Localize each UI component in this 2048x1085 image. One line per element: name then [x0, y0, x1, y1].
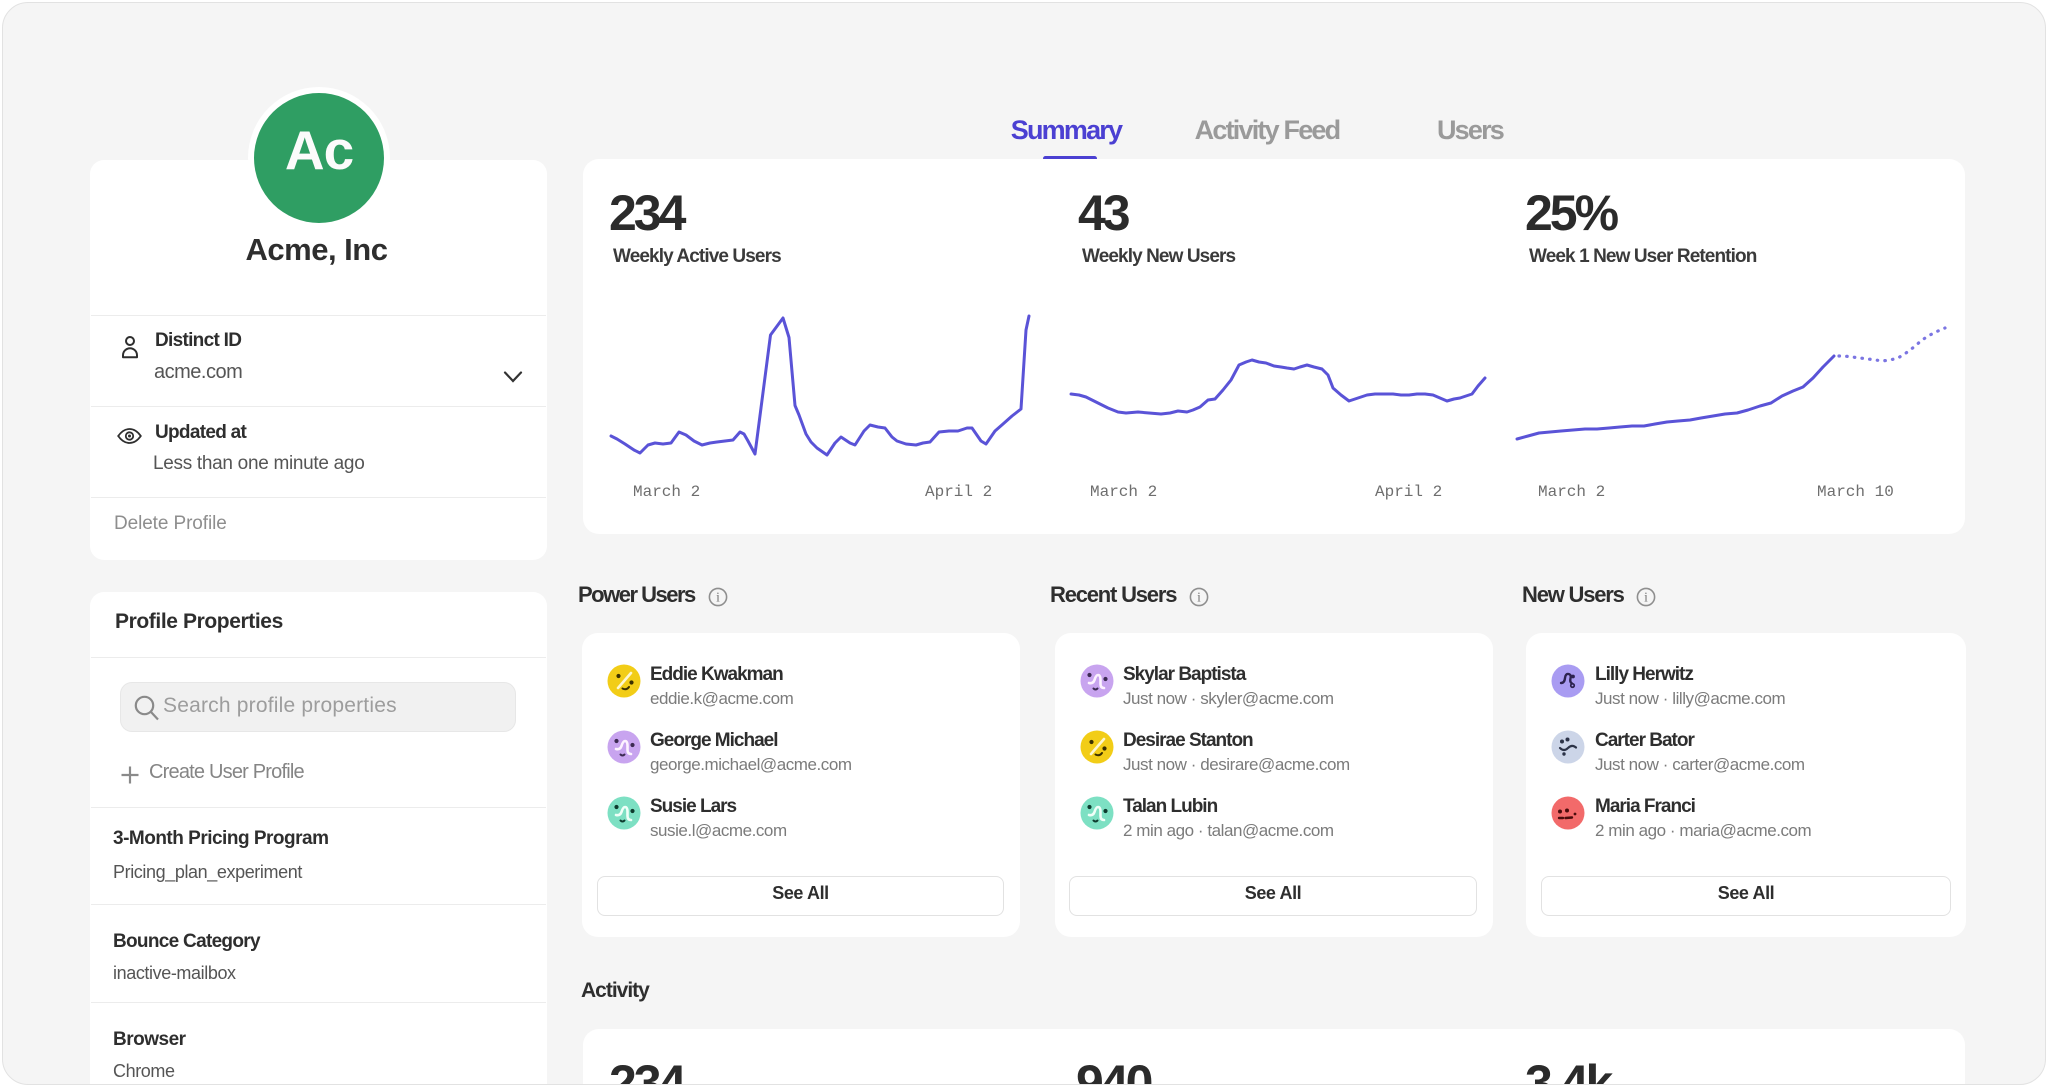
- svg-text:i: i: [716, 590, 720, 605]
- svg-text:i: i: [1197, 590, 1201, 605]
- svg-text:i: i: [1644, 590, 1648, 605]
